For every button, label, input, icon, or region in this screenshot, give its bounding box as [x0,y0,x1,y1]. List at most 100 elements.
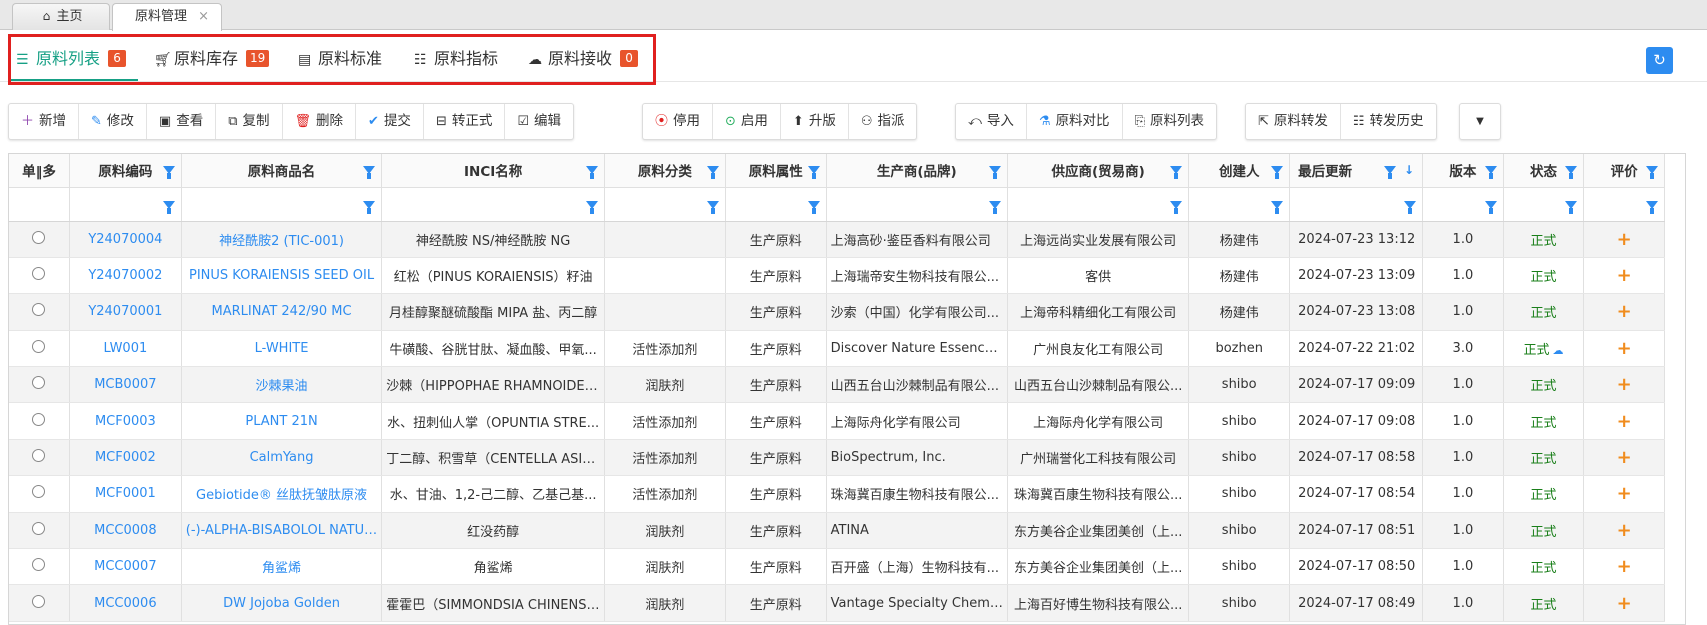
row-radio[interactable] [32,521,46,535]
table-row[interactable]: MCC0007 角鲨烯 角鲨烯 润肤剂 生产原料 百开盛（上海）生物科技有... 东方美谷企… [9,548,1665,586]
code-cell-text[interactable]: MCC0006 [94,596,156,611]
column-header-supplier[interactable]: 供应商(贸易商) [1007,154,1190,188]
code-cell-text[interactable]: Y24070004 [88,232,162,247]
code-cell[interactable]: Y24070004 [69,221,182,258]
filter-icon[interactable] [807,162,820,179]
table-row[interactable]: MCF0001 Gebiotide® 丝肽抚皱肽原液 水、甘油、1,2-己二醇、乙基… [9,475,1665,513]
select-radio-cell[interactable] [9,366,70,404]
column-header-version[interactable]: 版本 [1422,154,1504,188]
filter-cell-attribute[interactable] [725,187,827,222]
code-cell-text[interactable]: MCF0003 [95,414,156,429]
rating-cell[interactable]: + [1583,548,1665,586]
code-cell-text[interactable]: MCF0001 [95,486,156,501]
select-radio-cell[interactable] [9,221,70,258]
upgrade-button[interactable]: ⬆ 升版 [781,104,849,139]
forward-button[interactable]: ⇱ 原料转发 [1246,104,1341,139]
filter-icon[interactable] [1404,198,1417,214]
code-cell[interactable]: MCC0008 [69,512,182,550]
code-cell-text[interactable]: MCB0007 [94,377,156,392]
rating-cell[interactable]: + [1583,402,1665,440]
name-cell[interactable]: 神经酰胺2 (TIC-001) [181,221,383,258]
name-cell-text[interactable]: Gebiotide® 丝肽抚皱肽原液 [196,488,367,503]
filter-icon[interactable] [1271,198,1284,214]
rating-cell-text[interactable]: + [1617,556,1632,577]
column-header-code[interactable]: 原料编码 [69,154,182,188]
compare-button[interactable]: ⚗ 原料对比 [1027,104,1123,139]
filter-icon[interactable] [1646,162,1658,179]
filter-icon[interactable] [1170,198,1183,214]
select-radio-cell[interactable] [9,293,70,331]
tab-material-list[interactable]: ☰ 原料列表 6 [16,48,127,80]
column-header-select[interactable]: 单‖多 [9,154,70,188]
filter-cell-code[interactable] [69,187,182,222]
assign-button[interactable]: ⚇ 指派 [849,104,917,139]
view-button[interactable]: ▣ 查看 [147,104,217,139]
row-radio[interactable] [32,267,46,281]
filter-cell-status[interactable] [1503,187,1585,222]
rating-cell[interactable]: + [1583,584,1665,622]
rating-cell-text[interactable]: + [1617,301,1632,322]
more-dropdown-button[interactable]: ▼ [1459,103,1501,140]
rating-cell[interactable]: + [1583,475,1665,513]
table-row[interactable]: MCB0007 沙棘果油 沙棘（HIPPOPHAE RHAMNOIDES... 润肤剂… [9,366,1665,404]
column-header-rating[interactable]: 评价 [1583,154,1665,188]
add-button[interactable]: ＋ 新增 [9,104,80,139]
row-radio[interactable] [32,594,46,608]
table-row[interactable]: MCF0003 PLANT 21N 水、扭刺仙人掌（OPUNTIA STRE... 活… [9,402,1665,440]
material-list-button[interactable]: ⎘ 原料列表 [1123,104,1216,139]
rating-cell[interactable]: + [1583,439,1665,477]
select-radio-cell[interactable] [9,439,70,477]
column-header-maker[interactable]: 生产商(品牌) [826,154,1008,188]
code-cell[interactable]: MCF0003 [69,402,182,440]
table-row[interactable]: MCF0002 CalmYang 丁二醇、积雪草（CENTELLA ASIA... 活… [9,439,1665,477]
copy-button[interactable]: ⧉ 复制 [216,104,283,139]
name-cell[interactable]: L-WHITE [181,330,383,368]
disable-button[interactable]: ⦿ 停用 [643,104,714,139]
rating-cell-text[interactable]: + [1617,593,1632,614]
code-cell[interactable]: Y24070002 [69,257,182,295]
filter-icon[interactable] [988,162,1001,179]
code-cell-text[interactable]: MCC0007 [94,559,156,574]
forward-history-button[interactable]: ☷ 转发历史 [1341,104,1436,139]
filter-icon[interactable] [1646,198,1658,214]
code-cell[interactable]: LW001 [69,330,182,368]
refresh-button[interactable]: ↻ [1646,47,1673,74]
code-cell[interactable]: MCC0007 [69,548,182,586]
name-cell-text[interactable]: L-WHITE [255,341,309,356]
row-radio[interactable] [32,303,46,317]
convert-official-button[interactable]: ⊟ 转正式 [424,104,506,139]
rating-cell-text[interactable]: + [1617,374,1632,395]
name-cell-text[interactable]: CalmYang [250,450,314,465]
modify-button[interactable]: ✎ 修改 [79,104,147,139]
filter-icon[interactable] [988,198,1001,214]
rating-cell-text[interactable]: + [1617,447,1632,468]
filter-icon[interactable] [807,198,820,214]
delete-button[interactable]: 🗑︎ 删除 [283,104,357,139]
tab-material-indicator[interactable]: ☷ 原料指标 [414,48,498,80]
row-radio[interactable] [32,376,46,390]
filter-icon[interactable] [1170,162,1183,179]
code-cell[interactable]: MCB0007 [69,366,182,404]
filter-cell-version[interactable] [1422,187,1504,222]
edit-button[interactable]: ☑ 编辑 [505,104,573,139]
tab-material-inventory[interactable]: 🛒︎ 原料库存 19 [154,48,270,80]
code-cell[interactable]: Y24070001 [69,293,182,331]
filter-cell-creator[interactable] [1188,187,1291,222]
import-button[interactable]: ⤺ 导入 [956,104,1027,139]
filter-icon[interactable] [585,162,598,179]
name-cell-text[interactable]: 角鲨烯 [262,561,301,576]
table-row[interactable]: MCC0006 DW Jojoba Golden 霍霍巴（SIMMONDSIA CH… [9,584,1665,622]
table-row[interactable]: Y24070002 PINUS KORAIENSIS SEED OIL 红松（PIN… [9,257,1665,295]
sort-desc-icon[interactable]: ↓ [1404,163,1414,177]
name-cell[interactable]: PLANT 21N [181,402,383,440]
code-cell[interactable]: MCC0006 [69,584,182,622]
filter-icon[interactable]: ↓ [1384,162,1414,179]
filter-icon[interactable] [1484,162,1497,179]
page-tab-material-management[interactable]: 原料管理 × [112,3,222,31]
select-radio-cell[interactable] [9,512,70,550]
select-radio-cell[interactable] [9,548,70,586]
code-cell-text[interactable]: LW001 [104,341,148,356]
rating-cell-text[interactable]: + [1617,520,1632,541]
select-radio-cell[interactable] [9,475,70,513]
name-cell[interactable]: 沙棘果油 [181,366,383,404]
